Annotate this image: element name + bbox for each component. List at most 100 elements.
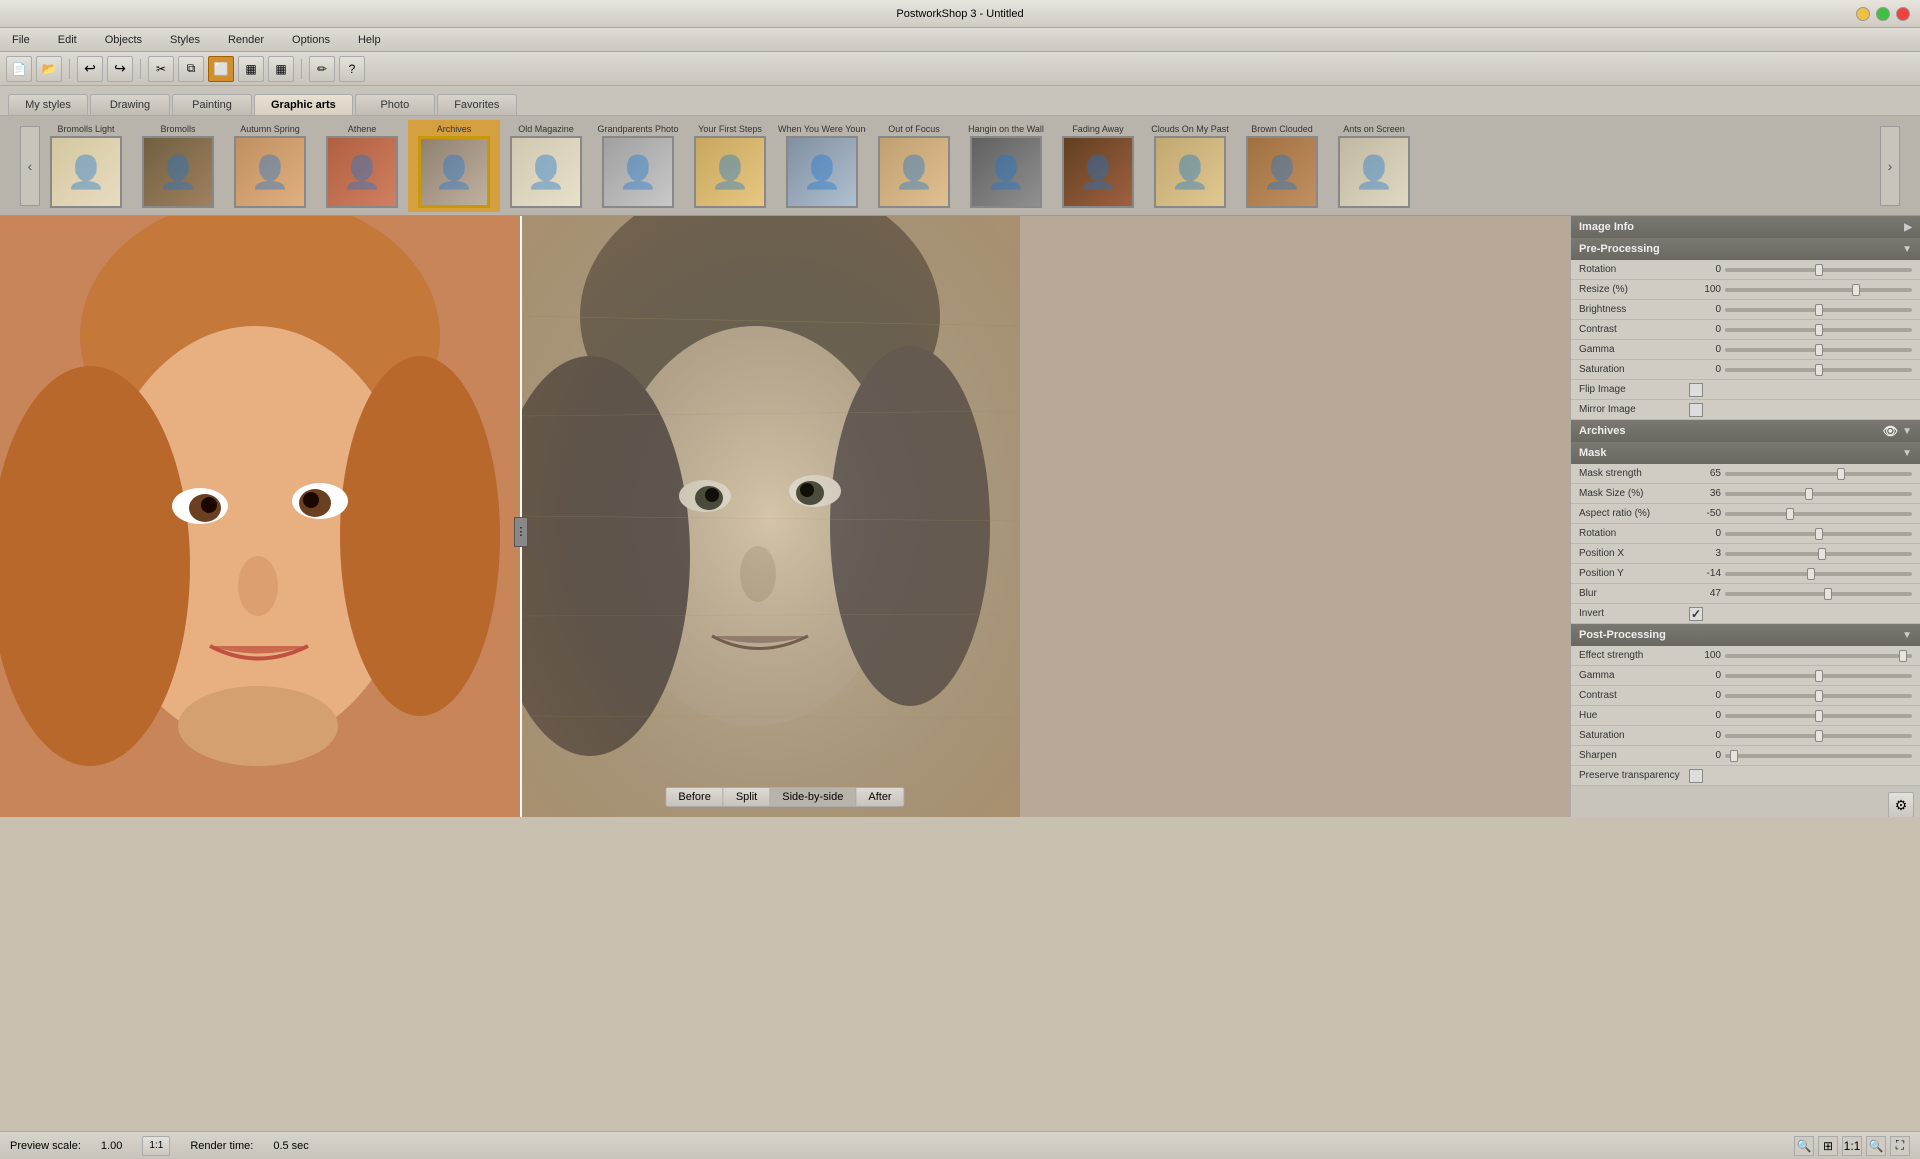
close-button[interactable]: [1896, 7, 1910, 21]
flip-image-checkbox[interactable]: [1689, 383, 1703, 397]
post-processing-label: Post-Processing: [1579, 629, 1666, 641]
thumb-brown-clouded[interactable]: Brown Clouded 👤: [1236, 120, 1328, 212]
mirror-image-checkbox[interactable]: [1689, 403, 1703, 417]
zoom-fullscreen-button[interactable]: ⛶: [1890, 1136, 1910, 1156]
tab-drawing[interactable]: Drawing: [90, 94, 170, 115]
blur-label: Blur: [1579, 588, 1689, 599]
tab-painting[interactable]: Painting: [172, 94, 252, 115]
rotation-slider[interactable]: [1725, 268, 1912, 272]
mask-header[interactable]: Mask ▼: [1571, 442, 1920, 464]
thumb-when-you-were-young[interactable]: When You Were Young 👤: [776, 120, 868, 212]
image-info-header[interactable]: Image Info ▶: [1571, 216, 1920, 238]
effect-strength-slider[interactable]: [1725, 654, 1912, 658]
undo-button[interactable]: ↩: [77, 56, 103, 82]
thumb-bromols[interactable]: Bromolls 👤: [132, 120, 224, 212]
thumb-old-magazine[interactable]: Old Magazine 👤: [500, 120, 592, 212]
thumb-out-of-focus[interactable]: Out of Focus 👤: [868, 120, 960, 212]
tab-graphic-arts[interactable]: Graphic arts: [254, 94, 353, 115]
post-gamma-slider[interactable]: [1725, 674, 1912, 678]
thumb-grandparents-photo[interactable]: Grandparents Photo 👤: [592, 120, 684, 212]
settings-icon[interactable]: ⚙: [1888, 792, 1914, 817]
menu-render[interactable]: Render: [224, 32, 268, 48]
position-x-slider[interactable]: [1725, 552, 1912, 556]
thumb-fading-away[interactable]: Fading Away 👤: [1052, 120, 1144, 212]
view-side-by-side-button[interactable]: Side-by-side: [770, 788, 856, 806]
contrast-slider[interactable]: [1725, 328, 1912, 332]
sharpen-value: 0: [1689, 750, 1725, 761]
thumb-hangin-on-the-wall[interactable]: Hangin on the Wall 👤: [960, 120, 1052, 212]
view-split-button[interactable]: Split: [724, 788, 770, 806]
aspect-ratio-slider[interactable]: [1725, 512, 1912, 516]
menu-edit[interactable]: Edit: [54, 32, 81, 48]
split-handle[interactable]: ⋮: [514, 517, 528, 547]
post-contrast-slider[interactable]: [1725, 694, 1912, 698]
scale-11-button[interactable]: 1:1: [142, 1136, 170, 1156]
resize-slider[interactable]: [1725, 288, 1912, 292]
hue-slider[interactable]: [1725, 714, 1912, 718]
gamma-slider[interactable]: [1725, 348, 1912, 352]
post-gamma-value: 0: [1689, 670, 1725, 681]
thumb-clouds-on-my-past[interactable]: Clouds On My Past 👤: [1144, 120, 1236, 212]
thumb-your-first-steps[interactable]: Your First Steps 👤: [684, 120, 776, 212]
brightness-slider[interactable]: [1725, 308, 1912, 312]
tab-favorites[interactable]: Favorites: [437, 94, 517, 115]
zoom-out-button[interactable]: 🔍: [1794, 1136, 1814, 1156]
help-button[interactable]: ?: [339, 56, 365, 82]
thumb-nav-right[interactable]: ›: [1880, 126, 1900, 206]
mask-strength-row: Mask strength 65: [1571, 464, 1920, 484]
view-before-button[interactable]: Before: [666, 788, 723, 806]
archives-eye-icon[interactable]: 👁: [1883, 424, 1898, 438]
menu-options[interactable]: Options: [288, 32, 334, 48]
thumb-bromols-light[interactable]: Bromolls Light 👤: [40, 120, 132, 212]
canvas-area[interactable]: ⋮ Before Split Side-by-side After: [0, 216, 1570, 817]
thumb-autumn-spring[interactable]: Autumn Spring 👤: [224, 120, 316, 212]
grid-button[interactable]: ▦: [238, 56, 264, 82]
post-saturation-slider[interactable]: [1725, 734, 1912, 738]
post-processing-collapse-icon: ▼: [1902, 630, 1912, 641]
thumb-image: 👤: [1246, 136, 1318, 208]
mask-rotation-slider[interactable]: [1725, 532, 1912, 536]
aspect-ratio-label: Aspect ratio (%): [1579, 508, 1689, 519]
zoom-fit-button[interactable]: ⊞: [1818, 1136, 1838, 1156]
mask-size-slider[interactable]: [1725, 492, 1912, 496]
mask-strength-slider[interactable]: [1725, 472, 1912, 476]
cut-button[interactable]: ✂: [148, 56, 174, 82]
crop-button[interactable]: ⬜: [208, 56, 234, 82]
pre-processing-header[interactable]: Pre-Processing ▼: [1571, 238, 1920, 260]
open-button[interactable]: 📂: [36, 56, 62, 82]
view-after-button[interactable]: After: [856, 788, 903, 806]
maximize-button[interactable]: [1876, 7, 1890, 21]
post-processing-header[interactable]: Post-Processing ▼: [1571, 624, 1920, 646]
invert-checkbox[interactable]: ✓: [1689, 607, 1703, 621]
menu-objects[interactable]: Objects: [101, 32, 146, 48]
redo-button[interactable]: ↪: [107, 56, 133, 82]
preserve-transparency-checkbox[interactable]: [1689, 769, 1703, 783]
new-button[interactable]: 📄: [6, 56, 32, 82]
paint-button[interactable]: ✏: [309, 56, 335, 82]
pre-processing-collapse-icon: ▼: [1902, 244, 1912, 255]
saturation-slider[interactable]: [1725, 368, 1912, 372]
post-contrast-row: Contrast 0: [1571, 686, 1920, 706]
thumb-ants-on-screen[interactable]: Ants on Screen 👤: [1328, 120, 1420, 212]
copy-button[interactable]: ⧉: [178, 56, 204, 82]
menu-file[interactable]: File: [8, 32, 34, 48]
grid2-button[interactable]: ▦: [268, 56, 294, 82]
blur-slider[interactable]: [1725, 592, 1912, 596]
zoom-100-button[interactable]: 1:1: [1842, 1136, 1862, 1156]
minimize-button[interactable]: [1856, 7, 1870, 21]
sharpen-slider[interactable]: [1725, 754, 1912, 758]
position-y-value: -14: [1689, 568, 1725, 579]
post-contrast-value: 0: [1689, 690, 1725, 701]
position-y-slider[interactable]: [1725, 572, 1912, 576]
thumb-athene[interactable]: Athene 👤: [316, 120, 408, 212]
tab-photo[interactable]: Photo: [355, 94, 435, 115]
mask-size-label: Mask Size (%): [1579, 488, 1689, 499]
zoom-in-button[interactable]: 🔍: [1866, 1136, 1886, 1156]
menu-styles[interactable]: Styles: [166, 32, 204, 48]
tab-my-styles[interactable]: My styles: [8, 94, 88, 115]
menu-help[interactable]: Help: [354, 32, 385, 48]
thumb-archives[interactable]: Archives 👤: [408, 120, 500, 212]
thumb-nav-left[interactable]: ‹: [20, 126, 40, 206]
mirror-image-label: Mirror Image: [1579, 404, 1689, 415]
archives-header[interactable]: Archives 👁 ▼: [1571, 420, 1920, 442]
